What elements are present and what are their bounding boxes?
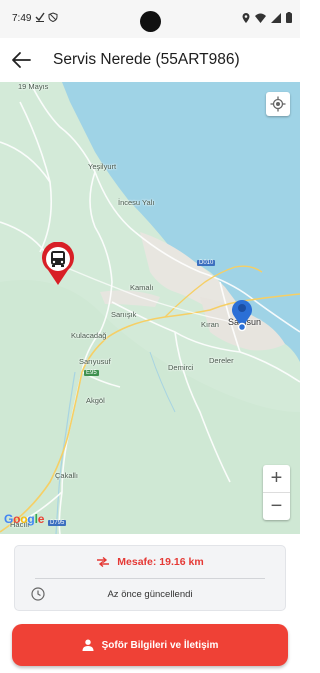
driver-info-label: Şoför Bilgileri ve İletişim [101,639,219,651]
app-bar: Servis Nerede (55ART986) [0,38,300,82]
map-label-19-mayis: 19 Mayıs [18,82,49,91]
map-label-yesilyurt: Yeşilyurt [88,162,117,171]
zoom-in-button[interactable]: + [263,465,290,492]
status-bar: 7:49 [0,0,300,38]
last-updated-text: Az önce güncellendi [107,589,193,600]
shield-slash-icon [48,12,58,22]
driver-info-button[interactable]: Şoför Bilgileri ve İletişim [12,624,288,666]
road-shield-d010: D010 [197,260,216,266]
info-panel: Mesafe: 19.16 km Az önce güncellendi Şof… [0,534,300,673]
trip-info-card: Mesafe: 19.16 km Az önce güncellendi [14,545,286,611]
map-view[interactable]: 19 Mayıs Yeşilyurt İncesu Yalı Kamalı Sa… [0,82,300,534]
zoom-out-button[interactable]: − [263,493,290,520]
person-icon [82,639,94,651]
road-shield-d795: D795 [48,520,67,526]
road-shield-e95: E95 [84,370,99,376]
arrow-left-icon[interactable] [10,50,32,70]
map-label-kiran: Kıran [201,320,219,329]
map-label-sariyusuf: Sarıyusuf [79,357,111,366]
map-canvas [0,82,300,534]
signal-icon [271,12,281,23]
map-label-akgol: Akgöl [86,396,105,405]
location-pin-icon[interactable] [230,298,254,332]
map-label-incesu: İncesu Yalı [118,198,155,207]
location-icon [242,12,250,23]
distance-text: Mesafe: 19.16 km [117,556,204,568]
crosshair-icon [270,96,286,112]
map-label-kamali: Kamalı [130,283,154,292]
map-label-kulacadag: Kulacadağ [71,331,107,340]
my-location-button[interactable] [266,92,290,116]
bus-icon [51,251,65,267]
status-time: 7:49 [12,13,32,24]
google-logo: Google [4,512,45,526]
update-row: Az önce güncellendi [15,579,285,610]
distance-row: Mesafe: 19.16 km [15,546,285,578]
map-label-demirci: Demirci [168,363,194,372]
zoom-controls: + − [263,465,290,520]
page-title: Servis Nerede (55ART986) [53,51,240,68]
camera-cutout [140,11,161,32]
map-label-dereler: Dereler [209,356,234,365]
bus-location-marker[interactable] [40,242,76,286]
check-icon [35,12,45,22]
battery-icon [286,12,292,23]
map-label-cakalli: Çakallı [55,471,78,480]
map-label-sariisik: Sarıışık [111,310,137,319]
compare-arrows-icon [97,557,110,567]
wifi-icon [255,13,266,23]
